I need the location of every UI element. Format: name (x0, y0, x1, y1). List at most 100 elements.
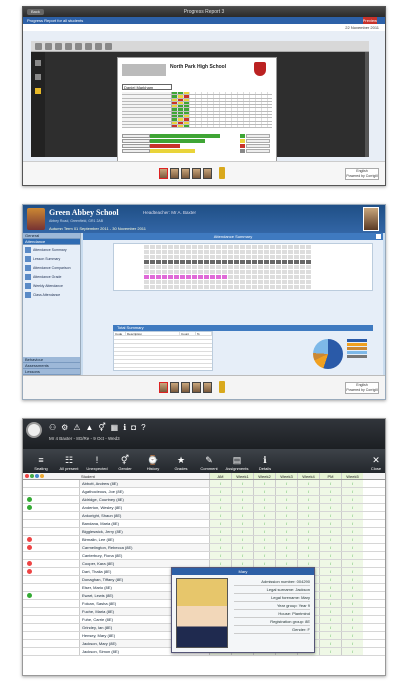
attendance-mark[interactable]: / (319, 648, 341, 655)
attendance-mark[interactable]: / (275, 488, 297, 495)
week-column-header[interactable]: PM (319, 473, 341, 479)
student-name[interactable]: Canterbury, Fiona (8E) (79, 552, 209, 559)
zoom-out-icon[interactable] (75, 42, 82, 50)
attendance-mark[interactable]: / (275, 512, 297, 519)
lock-icon[interactable]: ◘ (131, 423, 136, 433)
attendance-mark[interactable]: / (319, 512, 341, 519)
attendance-mark[interactable]: / (209, 520, 231, 527)
attendance-mark[interactable]: / (319, 544, 341, 551)
save-icon[interactable] (45, 42, 52, 50)
attendance-mark[interactable]: / (297, 528, 319, 535)
attendance-mark[interactable]: / (275, 496, 297, 503)
attendance-mark[interactable]: / (209, 552, 231, 559)
attendance-mark[interactable]: / (341, 576, 363, 583)
print-icon[interactable] (35, 42, 42, 50)
attachments-icon[interactable] (35, 88, 41, 94)
attendance-mark[interactable]: / (341, 488, 363, 495)
attendance-mark[interactable]: / (297, 544, 319, 551)
attendance-mark[interactable]: / (231, 504, 253, 511)
settings-icon[interactable]: ⚙ (61, 423, 68, 433)
attendance-mark[interactable]: / (297, 520, 319, 527)
tool-history-button[interactable]: ⌚ History (139, 455, 167, 473)
week-column-header[interactable]: AM (209, 473, 231, 479)
search-icon[interactable] (105, 42, 112, 50)
attendance-mark[interactable]: / (341, 544, 363, 551)
student-column-header[interactable]: Student (79, 473, 209, 479)
student-thumb[interactable] (159, 168, 168, 179)
attendance-mark[interactable]: / (231, 544, 253, 551)
attendance-mark[interactable]: / (253, 504, 275, 511)
pages-icon[interactable] (35, 60, 41, 66)
pdf-scrollbar[interactable] (365, 52, 369, 157)
attendance-mark[interactable]: / (341, 504, 363, 511)
student-thumb[interactable] (192, 382, 201, 393)
attendance-mark[interactable]: / (231, 488, 253, 495)
language-select[interactable]: English Powered by Corrigill (345, 168, 379, 180)
student-thumb[interactable] (170, 382, 179, 393)
attendance-mark[interactable]: / (297, 560, 319, 567)
attendance-mark[interactable]: / (231, 560, 253, 567)
tool-grades-button[interactable]: ★ Grades (167, 455, 195, 473)
tool-assignments-button[interactable]: ▤ Assignments (223, 455, 251, 473)
week-column-header[interactable]: Week4 (297, 473, 319, 479)
attendance-mark[interactable]: / (319, 552, 341, 559)
attendance-mark[interactable]: / (253, 536, 275, 543)
attendance-mark[interactable]: / (253, 520, 275, 527)
attendance-mark[interactable]: / (231, 512, 253, 519)
student-name[interactable]: Bandana, Maria (8E) (79, 520, 209, 527)
tool-comment-button[interactable]: ✎ Comment (195, 455, 223, 473)
attendance-mark[interactable]: / (319, 608, 341, 615)
attendance-mark[interactable]: / (253, 480, 275, 487)
attendance-mark[interactable]: / (297, 552, 319, 559)
attendance-mark[interactable]: / (209, 504, 231, 511)
attendance-mark[interactable]: / (275, 520, 297, 527)
attendance-mark[interactable]: / (297, 536, 319, 543)
table-row[interactable]: Ankoright, Shaun (8E) / / / / / / / (23, 512, 385, 520)
attendance-mark[interactable]: / (319, 528, 341, 535)
attendance-mark[interactable]: / (231, 552, 253, 559)
attendance-mark[interactable]: / (341, 608, 363, 615)
attendance-mark[interactable]: / (275, 544, 297, 551)
table-row[interactable]: Aldridge, Courtney (8E) / / / / / / / (23, 496, 385, 504)
attendance-mark[interactable]: / (341, 512, 363, 519)
language-select[interactable]: English Powered by Corrigill (345, 382, 379, 394)
attendance-mark[interactable]: / (209, 536, 231, 543)
attendance-mark[interactable]: / (253, 560, 275, 567)
warning-icon[interactable]: ⚠ (73, 423, 80, 433)
attendance-mark[interactable]: / (275, 552, 297, 559)
attendance-mark[interactable]: / (341, 568, 363, 575)
attendance-mark[interactable]: / (209, 544, 231, 551)
week-column-header[interactable]: Week3 (275, 473, 297, 479)
info-icon[interactable]: ℹ (123, 423, 126, 433)
attendance-mark[interactable]: / (209, 488, 231, 495)
tool-seating-button[interactable]: ≡ Seating (27, 455, 55, 473)
attendance-mark[interactable]: / (341, 520, 363, 527)
close-icon[interactable] (376, 234, 381, 239)
week-column-header[interactable]: Week2 (253, 473, 275, 479)
attendance-mark[interactable]: / (275, 560, 297, 567)
table-row[interactable]: Agathocleous, Joe (8E) / / / / / / / (23, 488, 385, 496)
table-row[interactable]: Birmalin, Lee (8E) / / / / / / / (23, 536, 385, 544)
attendance-mark[interactable]: / (253, 544, 275, 551)
attendance-mark[interactable]: / (319, 624, 341, 631)
table-row[interactable]: Carmelington, Rebecca (8E) / / / / / / / (23, 544, 385, 552)
attendance-mark[interactable]: / (341, 480, 363, 487)
week-column-header[interactable]: Week1 (231, 473, 253, 479)
attendance-mark[interactable]: / (275, 480, 297, 487)
menu-avatar[interactable] (26, 422, 42, 438)
sidebar-item[interactable]: Attendance Grade (23, 272, 80, 281)
student-name[interactable]: Cooper, Kara (8E) (79, 560, 209, 567)
attendance-mark[interactable]: / (297, 504, 319, 511)
gender-icon[interactable]: ⚥ (98, 423, 105, 433)
people-icon[interactable]: ⚇ (49, 423, 56, 433)
attendance-mark[interactable]: / (319, 560, 341, 567)
attendance-mark[interactable]: / (341, 632, 363, 639)
student-name[interactable]: Agathocleous, Joe (8E) (79, 488, 209, 495)
table-row[interactable]: Bandana, Maria (8E) / / / / / / / (23, 520, 385, 528)
preview-link[interactable]: Preview (362, 17, 377, 24)
attendance-mark[interactable]: / (209, 496, 231, 503)
attendance-mark[interactable]: / (253, 512, 275, 519)
student-thumb[interactable] (203, 382, 212, 393)
attendance-mark[interactable]: / (297, 512, 319, 519)
attendance-mark[interactable]: / (319, 520, 341, 527)
